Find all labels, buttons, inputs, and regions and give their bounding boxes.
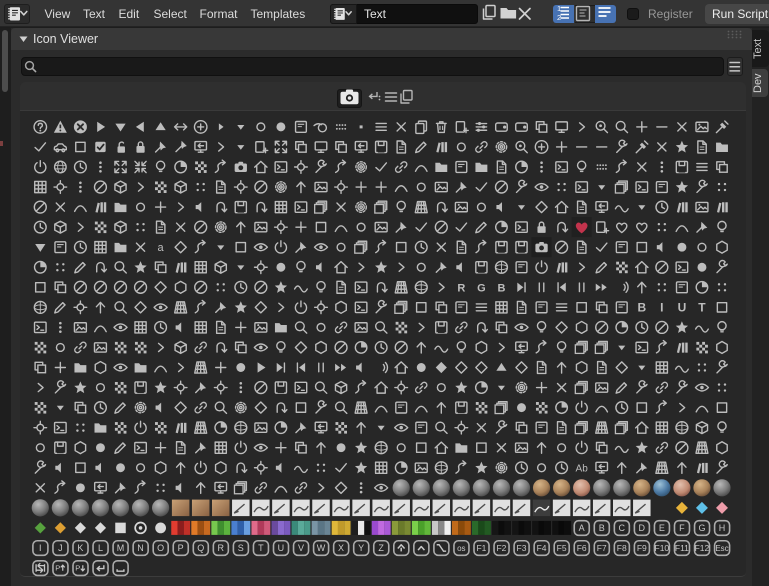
svg-text:R: R bbox=[218, 543, 225, 553]
svg-text:Esc: Esc bbox=[715, 544, 728, 553]
svg-text:R: R bbox=[457, 282, 465, 294]
svg-text:O: O bbox=[157, 543, 164, 553]
svg-text:E: E bbox=[659, 523, 665, 533]
svg-text:H: H bbox=[719, 523, 726, 533]
svg-text:F1: F1 bbox=[476, 543, 486, 553]
svg-text:F7: F7 bbox=[597, 543, 607, 553]
svg-text:P: P bbox=[75, 564, 80, 573]
svg-text:D: D bbox=[639, 523, 646, 533]
svg-text:V: V bbox=[298, 543, 304, 553]
svg-text:S: S bbox=[238, 543, 244, 553]
svg-text:B: B bbox=[637, 301, 646, 315]
svg-text:A: A bbox=[579, 523, 585, 533]
svg-text:F9: F9 bbox=[637, 543, 647, 553]
svg-text:F: F bbox=[679, 523, 685, 533]
svg-text:F11: F11 bbox=[675, 543, 689, 553]
svg-text:J: J bbox=[58, 543, 63, 553]
svg-text:F6: F6 bbox=[577, 543, 587, 553]
svg-text:F8: F8 bbox=[617, 543, 627, 553]
svg-text:U: U bbox=[278, 543, 285, 553]
svg-text:X: X bbox=[338, 543, 344, 553]
svg-text:a: a bbox=[158, 242, 165, 254]
svg-text:N: N bbox=[137, 543, 144, 553]
svg-text:B: B bbox=[599, 523, 605, 533]
svg-text:F2: F2 bbox=[496, 543, 506, 553]
svg-text:P: P bbox=[178, 543, 184, 553]
svg-text:L: L bbox=[98, 543, 103, 553]
svg-text:Y: Y bbox=[358, 543, 364, 553]
svg-text:U: U bbox=[678, 301, 687, 315]
svg-text:M: M bbox=[117, 543, 125, 553]
svg-text:P: P bbox=[55, 564, 60, 573]
svg-text:I: I bbox=[660, 301, 663, 315]
svg-text:I: I bbox=[39, 543, 42, 553]
svg-text:Z: Z bbox=[378, 543, 384, 553]
svg-text:C: C bbox=[619, 523, 626, 533]
svg-text:G: G bbox=[698, 523, 705, 533]
svg-text:F5: F5 bbox=[557, 543, 567, 553]
svg-text:F4: F4 bbox=[537, 543, 547, 553]
svg-text:T: T bbox=[258, 543, 264, 553]
svg-text:T: T bbox=[698, 301, 706, 315]
svg-text:Ab: Ab bbox=[576, 463, 589, 474]
svg-text:G: G bbox=[477, 282, 486, 294]
svg-text:F12: F12 bbox=[695, 543, 710, 553]
svg-text:F3: F3 bbox=[517, 543, 527, 553]
svg-text:W: W bbox=[317, 543, 326, 553]
svg-text:os: os bbox=[457, 544, 465, 553]
svg-text:K: K bbox=[77, 543, 83, 553]
svg-text:Q: Q bbox=[197, 543, 204, 553]
svg-text:F10: F10 bbox=[655, 543, 670, 553]
svg-text:B: B bbox=[497, 282, 505, 294]
